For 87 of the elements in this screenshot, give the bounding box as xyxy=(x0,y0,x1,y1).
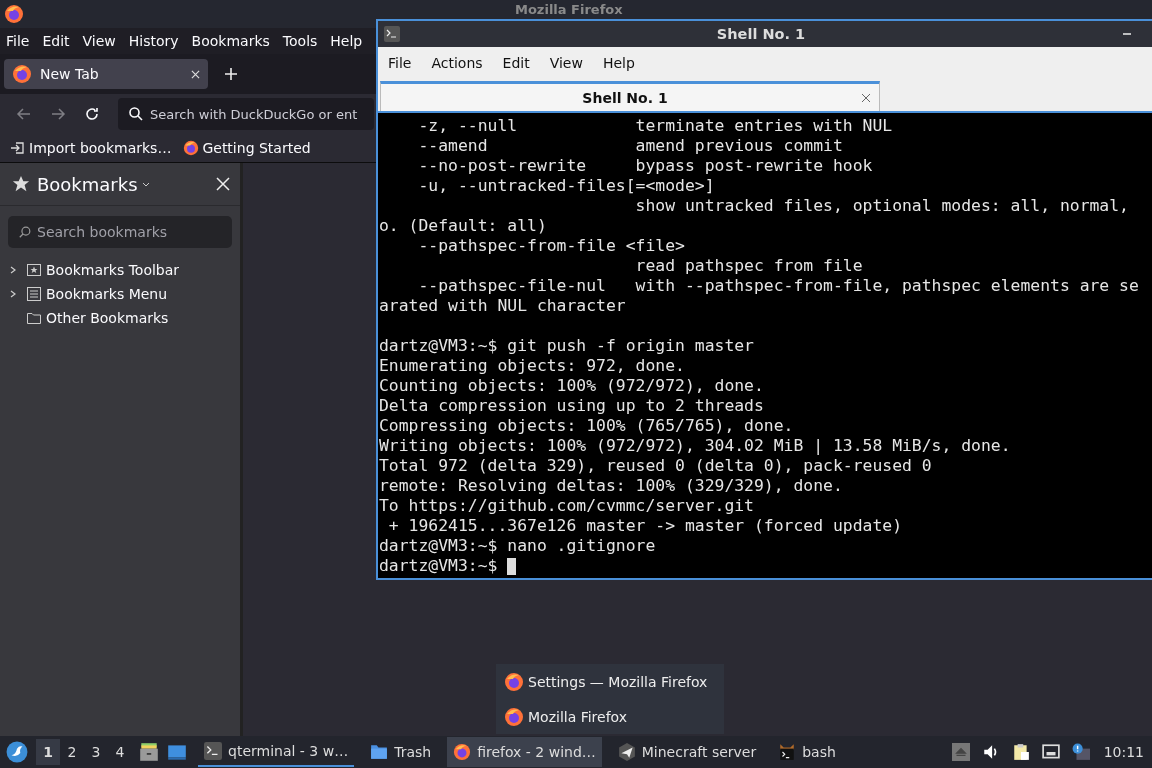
taskbar-button[interactable]: Minecraft server xyxy=(611,737,763,767)
terminal-icon xyxy=(204,742,222,760)
workspace-button[interactable]: 1 xyxy=(36,739,60,765)
terminal-line: To https://github.com/cvmmc/server.git xyxy=(379,496,754,516)
terminal-line: Total 972 (delta 329), reused 0 (delta 0), pack-reused 0 xyxy=(379,456,932,476)
plus-icon[interactable] xyxy=(224,67,238,81)
terminal-line: arated with NUL character xyxy=(379,296,626,316)
bookmark-toolbar-icon xyxy=(26,262,42,278)
terminal-line: --no-post-rewrite bypass post-rewrite hook xyxy=(417,156,873,176)
menu-item[interactable]: Help xyxy=(602,55,635,71)
menu-item[interactable]: History xyxy=(128,33,179,49)
menu-item[interactable]: File xyxy=(388,55,412,71)
import-icon xyxy=(10,140,26,156)
firefox-icon xyxy=(453,743,472,761)
search-icon xyxy=(18,225,32,239)
terminal-line: -u, --untracked-files[=<mode>] xyxy=(417,176,715,196)
terminal-line: show untracked files, optional modes: all, normal, xyxy=(634,196,1129,216)
sidebar-title[interactable]: Bookmarks xyxy=(37,173,138,195)
reload-icon[interactable] xyxy=(84,106,100,122)
menu-item[interactable]: Edit xyxy=(502,55,530,71)
chevron-right-icon[interactable] xyxy=(8,265,18,275)
menu-item[interactable]: Tools xyxy=(282,33,318,49)
terminal-line: Compressing objects: 100% (765/765), done. xyxy=(379,416,794,436)
terminal-icon xyxy=(778,743,797,761)
terminal-line: --pathspec-file-nul with --pathspec-from-file, pathspec elements are se xyxy=(417,276,1139,296)
firefox-icon xyxy=(183,140,200,156)
bookmark-item[interactable]: Import bookmarks… xyxy=(10,140,172,156)
terminal-line: Delta compression using up to 2 threads xyxy=(379,396,764,416)
workspace-button[interactable]: 2 xyxy=(60,739,84,765)
start-menu-icon[interactable] xyxy=(6,741,28,763)
eject-icon[interactable] xyxy=(951,743,970,761)
terminal-line: Enumerating objects: 972, done. xyxy=(379,356,685,376)
terminal-tab[interactable]: Shell No. 1 xyxy=(380,81,880,111)
taskbar-button[interactable]: firefox - 2 wind… xyxy=(447,737,602,767)
firefox-icon xyxy=(12,64,32,84)
terminal-line: dartz@VM3:~$ xyxy=(379,556,499,576)
menu-item[interactable]: File xyxy=(6,33,30,49)
clock: 10:11 xyxy=(1103,744,1144,760)
window-list-item[interactable]: Settings — Mozilla Firefox xyxy=(504,671,724,692)
taskbar-button[interactable]: Trash xyxy=(364,737,438,767)
notification-icon[interactable] xyxy=(1071,743,1090,761)
bookmark-item[interactable]: Getting Started xyxy=(183,140,311,156)
tree-item[interactable]: Bookmarks Menu xyxy=(46,286,168,302)
menu-item[interactable]: View xyxy=(549,55,583,71)
workspace-button[interactable]: 3 xyxy=(84,739,108,765)
firefox-icon xyxy=(504,706,524,727)
close-icon[interactable] xyxy=(861,92,871,103)
tree-item[interactable]: Other Bookmarks xyxy=(46,310,169,326)
window-title: Shell No. 1 xyxy=(715,26,807,42)
terminal-line: dartz@VM3:~$ git push -f origin master xyxy=(379,336,754,356)
terminal-line: + 1962415...367e126 master -> master (forced update) xyxy=(387,516,902,536)
search-field[interactable]: Search bookmarks xyxy=(8,216,232,248)
terminal-line: o. (Default: all) xyxy=(379,216,547,236)
terminal-icon xyxy=(384,26,400,42)
terminal-line: remote: Resolving deltas: 100% (329/329), done. xyxy=(379,476,843,496)
menu-item[interactable]: Bookmarks xyxy=(191,33,270,49)
search-icon xyxy=(128,106,144,122)
clipboard-icon[interactable] xyxy=(1011,743,1030,761)
terminal-line: dartz@VM3:~$ nano .gitignore xyxy=(379,536,656,556)
terminal-line: --pathspec-from-file <file> xyxy=(417,236,685,256)
file-cabinet-icon[interactable] xyxy=(138,741,160,763)
window-title: Mozilla Firefox xyxy=(515,2,623,17)
firefox-icon xyxy=(4,4,24,24)
folder-icon xyxy=(370,743,389,761)
taskbar-button[interactable]: bash xyxy=(772,737,842,767)
workspace-button[interactable]: 4 xyxy=(108,739,132,765)
terminal-line: read pathspec from file xyxy=(634,256,863,276)
star-icon xyxy=(12,175,30,193)
chevron-right-icon[interactable] xyxy=(8,289,18,299)
network-icon[interactable] xyxy=(1041,743,1060,761)
menu-item[interactable]: Edit xyxy=(42,33,70,49)
firefox-icon xyxy=(504,671,524,692)
tree-item[interactable]: Bookmarks Toolbar xyxy=(46,262,180,278)
folder-icon xyxy=(26,310,42,326)
paper-plane-icon xyxy=(617,743,636,761)
menu-item[interactable]: Actions xyxy=(431,55,483,71)
url-field[interactable]: Search with DuckDuckGo or ent xyxy=(118,98,374,130)
window-list-item[interactable]: Mozilla Firefox xyxy=(504,706,724,727)
browser-tab[interactable]: New Tab xyxy=(4,59,208,89)
terminal-line: --amend amend previous commit xyxy=(417,136,843,156)
terminal-line: Writing objects: 100% (972/972), 304.02 MiB | 13.58 MiB/s, done. xyxy=(379,436,1011,456)
terminal-line: Counting objects: 100% (972/972), done. xyxy=(379,376,764,396)
menu-item[interactable]: View xyxy=(82,33,116,49)
terminal-line: -z, --null terminate entries with NUL xyxy=(417,116,893,136)
list-icon xyxy=(26,286,42,302)
taskbar-button[interactable]: qterminal - 3 w… xyxy=(198,737,355,767)
menu-item[interactable]: Help xyxy=(330,33,363,49)
